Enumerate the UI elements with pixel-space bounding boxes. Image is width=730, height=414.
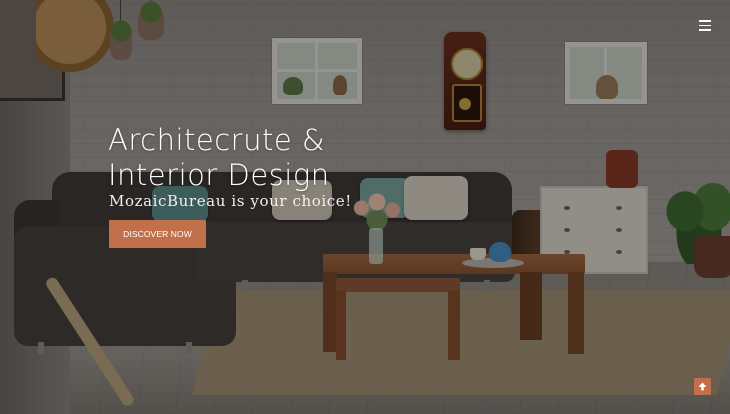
hero-tagline: MozaicBureau is your choice!: [109, 192, 352, 210]
scroll-to-top-button[interactable]: [694, 378, 711, 395]
discover-now-button[interactable]: DISCOVER NOW: [109, 220, 206, 248]
hero-title-line2: Interior Design: [108, 158, 330, 192]
hero-title: Architecrute & Interior Design: [108, 123, 448, 193]
hero-title-line1: Architecrute &: [108, 123, 326, 157]
hamburger-menu-icon[interactable]: [695, 16, 715, 34]
hero-section: Architecrute & Interior Design MozaicBur…: [0, 0, 730, 414]
arrow-up-icon: [698, 382, 707, 391]
